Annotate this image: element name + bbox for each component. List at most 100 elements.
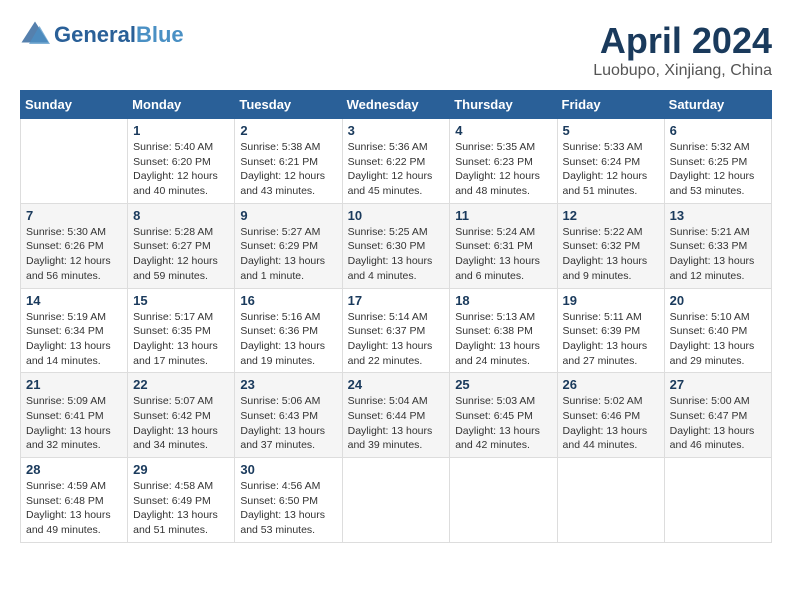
day-number: 17 <box>348 293 445 308</box>
calendar-cell: 26 Sunrise: 5:02 AMSunset: 6:46 PMDayligh… <box>557 373 664 458</box>
calendar-cell: 20 Sunrise: 5:10 AMSunset: 6:40 PMDayligh… <box>664 288 771 373</box>
week-row: 21 Sunrise: 5:09 AMSunset: 6:41 PMDayligh… <box>21 373 772 458</box>
calendar-cell: 7 Sunrise: 5:30 AMSunset: 6:26 PMDaylight… <box>21 203 128 288</box>
calendar-cell <box>664 458 771 543</box>
weekday-header: Thursday <box>450 91 557 119</box>
day-info: Sunrise: 5:28 AMSunset: 6:27 PMDaylight:… <box>133 225 229 284</box>
day-number: 7 <box>26 208 122 223</box>
day-number: 27 <box>670 377 766 392</box>
day-info: Sunrise: 5:07 AMSunset: 6:42 PMDaylight:… <box>133 394 229 453</box>
week-row: 28 Sunrise: 4:59 AMSunset: 6:48 PMDayligh… <box>21 458 772 543</box>
day-info: Sunrise: 5:10 AMSunset: 6:40 PMDaylight:… <box>670 310 766 369</box>
day-number: 30 <box>240 462 336 477</box>
day-number: 22 <box>133 377 229 392</box>
calendar-cell: 21 Sunrise: 5:09 AMSunset: 6:41 PMDayligh… <box>21 373 128 458</box>
day-info: Sunrise: 5:02 AMSunset: 6:46 PMDaylight:… <box>563 394 659 453</box>
calendar-cell: 23 Sunrise: 5:06 AMSunset: 6:43 PMDayligh… <box>235 373 342 458</box>
calendar-cell <box>557 458 664 543</box>
day-info: Sunrise: 5:14 AMSunset: 6:37 PMDaylight:… <box>348 310 445 369</box>
calendar-cell: 8 Sunrise: 5:28 AMSunset: 6:27 PMDaylight… <box>128 203 235 288</box>
day-number: 5 <box>563 123 659 138</box>
weekday-header: Sunday <box>21 91 128 119</box>
calendar-cell: 3 Sunrise: 5:36 AMSunset: 6:22 PMDaylight… <box>342 119 450 204</box>
day-info: Sunrise: 5:30 AMSunset: 6:26 PMDaylight:… <box>26 225 122 284</box>
week-row: 1 Sunrise: 5:40 AMSunset: 6:20 PMDaylight… <box>21 119 772 204</box>
day-info: Sunrise: 5:36 AMSunset: 6:22 PMDaylight:… <box>348 140 445 199</box>
calendar-cell: 1 Sunrise: 5:40 AMSunset: 6:20 PMDaylight… <box>128 119 235 204</box>
calendar-cell: 16 Sunrise: 5:16 AMSunset: 6:36 PMDayligh… <box>235 288 342 373</box>
day-info: Sunrise: 5:27 AMSunset: 6:29 PMDaylight:… <box>240 225 336 284</box>
logo-icon <box>20 20 50 50</box>
calendar-cell: 19 Sunrise: 5:11 AMSunset: 6:39 PMDayligh… <box>557 288 664 373</box>
day-number: 10 <box>348 208 445 223</box>
day-number: 1 <box>133 123 229 138</box>
day-number: 12 <box>563 208 659 223</box>
week-row: 7 Sunrise: 5:30 AMSunset: 6:26 PMDaylight… <box>21 203 772 288</box>
day-info: Sunrise: 5:24 AMSunset: 6:31 PMDaylight:… <box>455 225 551 284</box>
page-header: GeneralBlue April 2024 Luobupo, Xinjiang… <box>20 20 772 80</box>
day-info: Sunrise: 5:32 AMSunset: 6:25 PMDaylight:… <box>670 140 766 199</box>
calendar-cell <box>450 458 557 543</box>
calendar-cell: 11 Sunrise: 5:24 AMSunset: 6:31 PMDayligh… <box>450 203 557 288</box>
day-number: 2 <box>240 123 336 138</box>
day-info: Sunrise: 5:21 AMSunset: 6:33 PMDaylight:… <box>670 225 766 284</box>
day-number: 29 <box>133 462 229 477</box>
calendar-cell: 18 Sunrise: 5:13 AMSunset: 6:38 PMDayligh… <box>450 288 557 373</box>
calendar-cell: 4Sunrise: 5:35 AMSunset: 6:23 PMDaylight… <box>450 119 557 204</box>
day-info: Sunrise: 5:38 AMSunset: 6:21 PMDaylight:… <box>240 140 336 199</box>
day-info: Sunrise: 5:03 AMSunset: 6:45 PMDaylight:… <box>455 394 551 453</box>
day-number: 3 <box>348 123 445 138</box>
day-info: Sunrise: 5:13 AMSunset: 6:38 PMDaylight:… <box>455 310 551 369</box>
calendar-cell: 25Sunrise: 5:03 AMSunset: 6:45 PMDayligh… <box>450 373 557 458</box>
calendar-cell: 29Sunrise: 4:58 AMSunset: 6:49 PMDayligh… <box>128 458 235 543</box>
calendar-cell: 22 Sunrise: 5:07 AMSunset: 6:42 PMDayligh… <box>128 373 235 458</box>
calendar-cell: 14 Sunrise: 5:19 AMSunset: 6:34 PMDayligh… <box>21 288 128 373</box>
day-number: 16 <box>240 293 336 308</box>
day-info: Sunrise: 5:40 AMSunset: 6:20 PMDaylight:… <box>133 140 229 199</box>
day-number: 26 <box>563 377 659 392</box>
month-title: April 2024 <box>593 20 772 62</box>
day-info: Sunrise: 5:11 AMSunset: 6:39 PMDaylight:… <box>563 310 659 369</box>
day-number: 23 <box>240 377 336 392</box>
calendar-cell: 30 Sunrise: 4:56 AMSunset: 6:50 PMDayligh… <box>235 458 342 543</box>
weekday-header: Monday <box>128 91 235 119</box>
day-info: Sunrise: 5:16 AMSunset: 6:36 PMDaylight:… <box>240 310 336 369</box>
day-number: 6 <box>670 123 766 138</box>
day-number: 8 <box>133 208 229 223</box>
day-info: Sunrise: 5:09 AMSunset: 6:41 PMDaylight:… <box>26 394 122 453</box>
day-info: Sunrise: 5:06 AMSunset: 6:43 PMDaylight:… <box>240 394 336 453</box>
day-number: 19 <box>563 293 659 308</box>
day-number: 4 <box>455 123 551 138</box>
day-info: Sunrise: 4:59 AMSunset: 6:48 PMDaylight:… <box>26 479 122 538</box>
day-number: 11 <box>455 208 551 223</box>
calendar-cell: 17 Sunrise: 5:14 AMSunset: 6:37 PMDayligh… <box>342 288 450 373</box>
day-number: 24 <box>348 377 445 392</box>
weekday-header: Tuesday <box>235 91 342 119</box>
calendar-cell: 28 Sunrise: 4:59 AMSunset: 6:48 PMDayligh… <box>21 458 128 543</box>
calendar-cell: 6 Sunrise: 5:32 AMSunset: 6:25 PMDaylight… <box>664 119 771 204</box>
logo: GeneralBlue <box>20 20 184 50</box>
day-number: 15 <box>133 293 229 308</box>
weekday-header-row: SundayMondayTuesdayWednesdayThursdayFrid… <box>21 91 772 119</box>
day-info: Sunrise: 5:19 AMSunset: 6:34 PMDaylight:… <box>26 310 122 369</box>
day-info: Sunrise: 4:56 AMSunset: 6:50 PMDaylight:… <box>240 479 336 538</box>
week-row: 14 Sunrise: 5:19 AMSunset: 6:34 PMDayligh… <box>21 288 772 373</box>
day-number: 21 <box>26 377 122 392</box>
day-number: 14 <box>26 293 122 308</box>
calendar-table: SundayMondayTuesdayWednesdayThursdayFrid… <box>20 90 772 543</box>
day-number: 13 <box>670 208 766 223</box>
title-block: April 2024 Luobupo, Xinjiang, China <box>593 20 772 80</box>
calendar-cell: 2 Sunrise: 5:38 AMSunset: 6:21 PMDaylight… <box>235 119 342 204</box>
calendar-cell <box>342 458 450 543</box>
day-number: 20 <box>670 293 766 308</box>
calendar-cell: 27Sunrise: 5:00 AMSunset: 6:47 PMDayligh… <box>664 373 771 458</box>
day-number: 18 <box>455 293 551 308</box>
weekday-header: Saturday <box>664 91 771 119</box>
day-info: Sunrise: 5:22 AMSunset: 6:32 PMDaylight:… <box>563 225 659 284</box>
calendar-cell: 13 Sunrise: 5:21 AMSunset: 6:33 PMDayligh… <box>664 203 771 288</box>
day-number: 28 <box>26 462 122 477</box>
day-number: 9 <box>240 208 336 223</box>
calendar-cell: 5Sunrise: 5:33 AMSunset: 6:24 PMDaylight… <box>557 119 664 204</box>
calendar-cell: 15Sunrise: 5:17 AMSunset: 6:35 PMDayligh… <box>128 288 235 373</box>
calendar-cell: 24Sunrise: 5:04 AMSunset: 6:44 PMDayligh… <box>342 373 450 458</box>
